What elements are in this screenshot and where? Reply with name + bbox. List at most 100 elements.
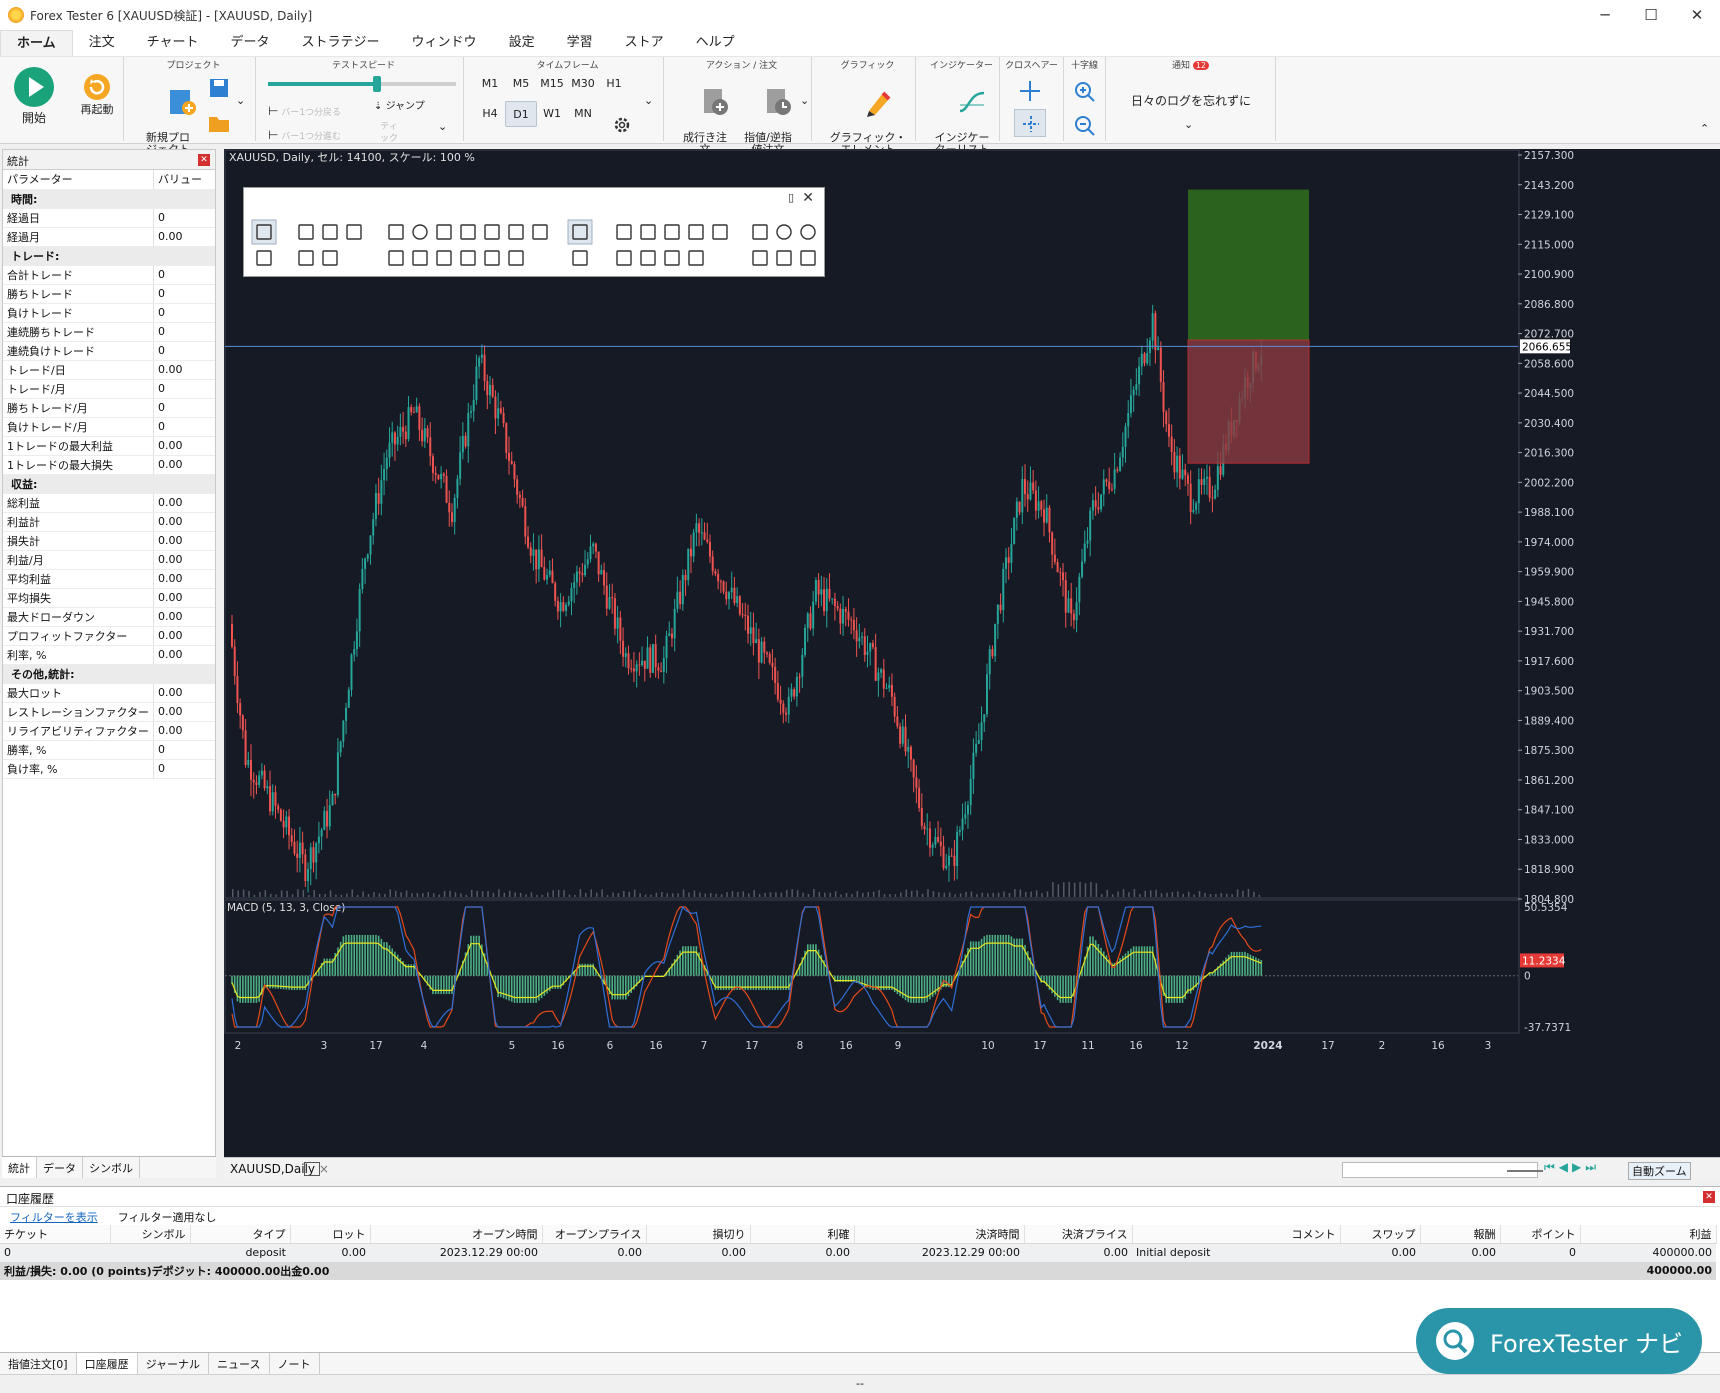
flag-icon[interactable] [712, 224, 728, 240]
history-col-6[interactable]: 損切り [646, 1225, 751, 1244]
timeframe-D1[interactable]: D1 [505, 101, 537, 127]
restart-button[interactable]: 再起動 [76, 73, 118, 116]
history-col-3[interactable]: ロット [290, 1225, 371, 1244]
thumbs-down-icon[interactable] [616, 250, 632, 266]
history-col-7[interactable]: 利確 [750, 1225, 855, 1244]
notification-text[interactable]: 日々のログを忘れずに [1106, 95, 1276, 107]
chart-nav-arrows[interactable]: ⏮◀▶⏭ [1544, 1160, 1600, 1175]
history-col-14[interactable]: 利益 [1580, 1225, 1717, 1244]
horizontal-line-icon[interactable] [322, 224, 338, 240]
zoom-in-icon[interactable] [1074, 81, 1096, 103]
stats-tab-2[interactable]: シンボル [83, 1157, 140, 1178]
notify-chevron-icon[interactable]: ⌄ [1184, 119, 1193, 131]
arrow-down-icon[interactable] [640, 250, 656, 266]
crosshair-toggle-button[interactable] [1014, 109, 1046, 137]
fibo-retracement-icon[interactable] [508, 224, 524, 240]
text-icon[interactable] [388, 250, 404, 266]
speed-more-chevron-icon[interactable]: ⌄ [438, 121, 447, 133]
zoom-out-icon[interactable] [1074, 115, 1096, 137]
menu-item-3[interactable]: データ [215, 30, 286, 56]
chart-tab-close-icon[interactable]: × [319, 1162, 329, 1176]
cycle-lines-icon[interactable] [436, 250, 452, 266]
history-col-5[interactable]: オープンプライス [542, 1225, 647, 1244]
history-col-4[interactable]: オープン時間 [370, 1225, 543, 1244]
fibo-time-icon[interactable] [532, 224, 548, 240]
speed-slider-thumb[interactable] [373, 76, 381, 92]
order-more-chevron-icon[interactable]: ⌄ [800, 95, 809, 107]
bottom-tab-3[interactable]: ニュース [209, 1353, 270, 1374]
wave-tool-icon[interactable] [322, 250, 338, 266]
fibo-arc-icon[interactable] [484, 224, 500, 240]
ellipse-icon[interactable] [412, 224, 428, 240]
note-tool-icon[interactable] [256, 250, 272, 266]
price-tag-icon[interactable] [688, 250, 704, 266]
minimize-icon[interactable]: ─ [1582, 6, 1628, 24]
menu-item-7[interactable]: 学習 [551, 30, 609, 56]
fibo-fan-icon[interactable] [460, 224, 476, 240]
import-icon[interactable] [776, 250, 792, 266]
stats-close-icon[interactable]: ✕ [198, 154, 210, 166]
new-window-icon[interactable] [304, 1162, 320, 1176]
select-tool-icon[interactable] [251, 219, 277, 245]
auto-zoom-button[interactable]: 自動ズーム [1628, 1162, 1691, 1180]
take-profit-zone[interactable] [1188, 189, 1309, 341]
stats-tab-0[interactable]: 統計 [2, 1157, 37, 1178]
bottom-tab-1[interactable]: 口座履歴 [76, 1353, 138, 1374]
trash-icon[interactable] [800, 250, 816, 266]
maximize-icon[interactable]: ☐ [1628, 6, 1674, 24]
template-top-icon[interactable] [567, 219, 593, 245]
trend-line-icon[interactable] [346, 224, 362, 240]
menu-item-4[interactable]: ストラテジー [286, 30, 396, 56]
timeframe-M30[interactable]: M30 [567, 71, 599, 97]
open-folder-icon[interactable] [208, 113, 230, 133]
history-col-11[interactable]: スワップ [1340, 1225, 1421, 1244]
channel-icon[interactable] [412, 250, 428, 266]
history-col-8[interactable]: 決済時間 [854, 1225, 1025, 1244]
ray-line-icon[interactable] [298, 250, 314, 266]
history-close-icon[interactable]: ✕ [1703, 1191, 1715, 1203]
price-chart[interactable]: XAUUSD, Daily, セル: 14100, スケール: 100 % 215… [224, 149, 1720, 1157]
price-label-icon[interactable] [688, 224, 704, 240]
bottom-tab-2[interactable]: ジャーナル [138, 1353, 210, 1374]
timeframe-M15[interactable]: M15 [536, 71, 568, 97]
rectangle-icon[interactable] [388, 224, 404, 240]
export-icon[interactable] [752, 250, 768, 266]
stop-loss-zone[interactable] [1187, 339, 1310, 464]
history-col-0[interactable]: チケット [0, 1225, 111, 1244]
crosshair-icon[interactable] [1018, 79, 1042, 103]
bar-forward-button[interactable]: ⊢ バー1つ分進む [268, 129, 341, 143]
history-col-13[interactable]: ポイント [1500, 1225, 1581, 1244]
gann-icon[interactable] [508, 250, 524, 266]
start-button[interactable]: 開始 [14, 67, 54, 124]
vertical-line-icon[interactable] [298, 224, 314, 240]
history-col-1[interactable]: シンボル [110, 1225, 191, 1244]
chart-scrollbar[interactable] [1342, 1162, 1543, 1178]
timeframe-more-chevron-icon[interactable]: ⌄ [644, 95, 653, 107]
menu-item-2[interactable]: チャート [131, 30, 215, 56]
ribbon-collapse-icon[interactable]: ⌃ [1700, 123, 1709, 135]
menu-item-1[interactable]: 注文 [73, 30, 131, 56]
menu-item-8[interactable]: ストア [609, 30, 680, 56]
timeframe-H4[interactable]: H4 [474, 101, 506, 127]
history-col-10[interactable]: コメント [1132, 1225, 1341, 1244]
speed-slider[interactable] [268, 76, 456, 92]
forextester-navi-button[interactable]: ForexTester ナビ [1416, 1308, 1702, 1374]
document-icon[interactable] [752, 224, 768, 240]
project-more-chevron-icon[interactable]: ⌄ [236, 95, 245, 107]
history-col-12[interactable]: 報酬 [1420, 1225, 1501, 1244]
bar-back-button[interactable]: ⊢ バー1つ分戻る [268, 105, 341, 119]
menu-item-6[interactable]: 設定 [493, 30, 551, 56]
menu-item-5[interactable]: ウィンドウ [396, 30, 493, 56]
close-icon[interactable]: ✕ [1674, 6, 1720, 24]
save-icon[interactable] [208, 77, 230, 99]
menu-item-9[interactable]: ヘルプ [680, 30, 751, 56]
menu-item-0[interactable]: ホーム [0, 30, 73, 56]
triangle-icon[interactable] [436, 224, 452, 240]
timeframe-MN[interactable]: MN [567, 101, 599, 127]
jump-button[interactable]: ⇣ ジャンプ [374, 101, 425, 113]
show-filter-link[interactable]: フィルターを表示 [10, 1211, 98, 1224]
bottom-tab-0[interactable]: 指値注文[0] [0, 1353, 77, 1374]
gear-icon[interactable] [612, 115, 632, 135]
pitchfork-icon[interactable] [484, 250, 500, 266]
history-row[interactable]: 0 deposit 0.00 2023.12.29 00:00 0.00 0.00 0.00… [0, 1243, 1716, 1262]
